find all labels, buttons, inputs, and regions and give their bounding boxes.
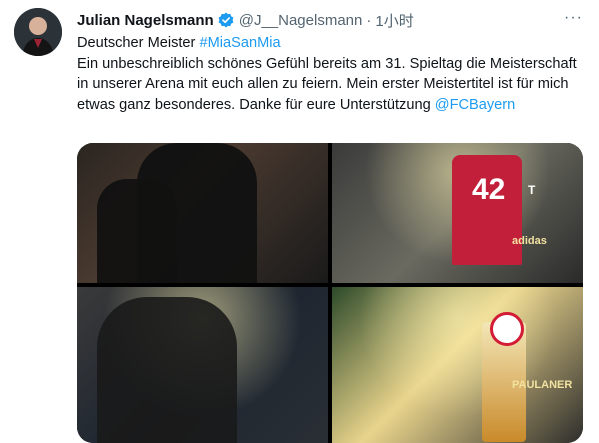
photo-celebration-1[interactable] [77, 143, 328, 283]
tweet-text: Deutscher Meister #MiaSanMia Ein unbesch… [77, 33, 577, 115]
mention-link[interactable]: @FCBayern [435, 97, 516, 113]
photo-beer-shower-3[interactable] [77, 287, 328, 443]
display-name[interactable]: Julian Nagelsmann [77, 12, 214, 29]
jersey-shape [452, 155, 522, 265]
tweet-header: Julian Nagelsmann @J__Nagelsmann · 1小时 ·… [77, 9, 583, 31]
photo-figure [97, 297, 237, 443]
photo-beer-shower-2[interactable]: 42 T adidas [332, 143, 583, 283]
more-options-icon[interactable]: ··· [564, 9, 583, 27]
tweet-text-prefix: Deutscher Meister [77, 35, 200, 51]
jersey-number: 42 [472, 173, 506, 206]
beer-brand-label: PAULANER [512, 379, 573, 391]
avatar-image [14, 8, 62, 56]
tweet-timestamp[interactable]: 1小时 [375, 10, 413, 31]
jersey-brand: T [528, 183, 536, 197]
verified-badge-icon [217, 11, 235, 29]
separator-dot: · [366, 11, 372, 29]
photo-figure [137, 143, 257, 283]
photo-beer-glass-4[interactable]: PAULANER [332, 287, 583, 443]
hashtag-link[interactable]: #MiaSanMia [199, 35, 280, 51]
beer-spray [332, 287, 583, 443]
media-grid: 42 T adidas PAULANER [77, 143, 583, 443]
user-handle[interactable]: @J__Nagelsmann [239, 12, 363, 29]
beer-logo-icon [490, 312, 524, 346]
jersey-sponsor: adidas [512, 235, 547, 247]
avatar[interactable] [14, 8, 62, 56]
